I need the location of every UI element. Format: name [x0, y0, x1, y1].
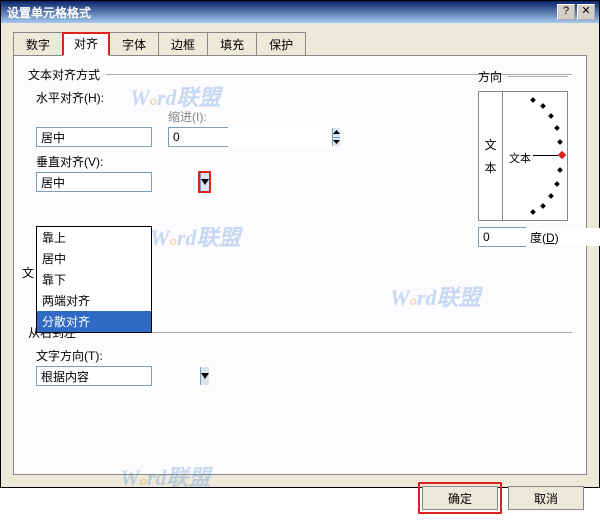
tab-alignment[interactable]: 对齐 [62, 32, 110, 56]
window-title: 设置单元格格式 [5, 4, 555, 21]
degree-spinner[interactable] [478, 227, 526, 247]
cancel-button[interactable]: 取消 [508, 486, 584, 510]
dialog-body: 数字 对齐 字体 边框 填充 保护 文本对齐方式 水平对齐(H): 缩进(I): [1, 23, 599, 487]
tab-fill[interactable]: 填充 [207, 32, 257, 56]
titlebar: 设置单元格格式 ? ✕ [1, 1, 599, 23]
alignment-panel: 文本对齐方式 水平对齐(H): 缩进(I): [13, 55, 587, 475]
chevron-down-icon[interactable] [200, 367, 209, 385]
option-justify[interactable]: 两端对齐 [37, 290, 151, 311]
help-button[interactable]: ? [557, 4, 575, 20]
tab-protection[interactable]: 保护 [256, 32, 306, 56]
orientation-arc[interactable]: 文本 [503, 92, 567, 220]
indent-label: 缩进(I): [168, 108, 228, 125]
text-direction-label: 文字方向(T): [36, 347, 572, 364]
vertical-text-button[interactable]: 文 本 [479, 92, 503, 220]
close-button[interactable]: ✕ [577, 4, 595, 20]
divider [508, 76, 568, 77]
option-top[interactable]: 靠上 [37, 227, 151, 248]
divider [82, 332, 572, 333]
indent-up-icon[interactable] [333, 128, 340, 138]
indent-spinner[interactable] [168, 127, 228, 147]
text-direction-input[interactable] [37, 367, 200, 385]
button-row: 确定 取消 [422, 486, 584, 510]
format-cells-dialog: 设置单元格格式 ? ✕ 数字 对齐 字体 边框 填充 保护 文本对齐方式 水平对… [0, 0, 600, 488]
option-bottom[interactable]: 靠下 [37, 269, 151, 290]
horizontal-align-combo[interactable] [36, 127, 152, 147]
degree-label: 度(D) [530, 229, 559, 246]
tab-bar: 数字 对齐 字体 边框 填充 保护 [13, 32, 587, 56]
tab-number[interactable]: 数字 [13, 32, 63, 56]
indent-down-icon[interactable] [333, 138, 340, 147]
tab-border[interactable]: 边框 [158, 32, 208, 56]
indent-input[interactable] [169, 128, 332, 146]
tab-font[interactable]: 字体 [109, 32, 159, 56]
text-direction-combo[interactable] [36, 366, 152, 386]
orientation-line [533, 155, 558, 156]
ok-button[interactable]: 确定 [422, 486, 498, 510]
vertical-align-input[interactable] [37, 173, 200, 191]
orientation-preview[interactable]: 文 本 文本 [478, 91, 568, 221]
orientation-label: 方向 [478, 68, 502, 85]
option-distributed[interactable]: 分散对齐 [37, 311, 151, 332]
orientation-group: 方向 文 本 [478, 68, 568, 247]
text-alignment-label: 文本对齐方式 [28, 66, 100, 83]
truncated-label: 文 [22, 264, 34, 281]
arc-text-label: 文本 [509, 150, 531, 166]
chevron-down-icon[interactable] [200, 173, 209, 191]
vertical-align-dropdown: 靠上 居中 靠下 两端对齐 分散对齐 [36, 226, 152, 333]
vertical-align-combo[interactable] [36, 172, 152, 192]
option-center[interactable]: 居中 [37, 248, 151, 269]
